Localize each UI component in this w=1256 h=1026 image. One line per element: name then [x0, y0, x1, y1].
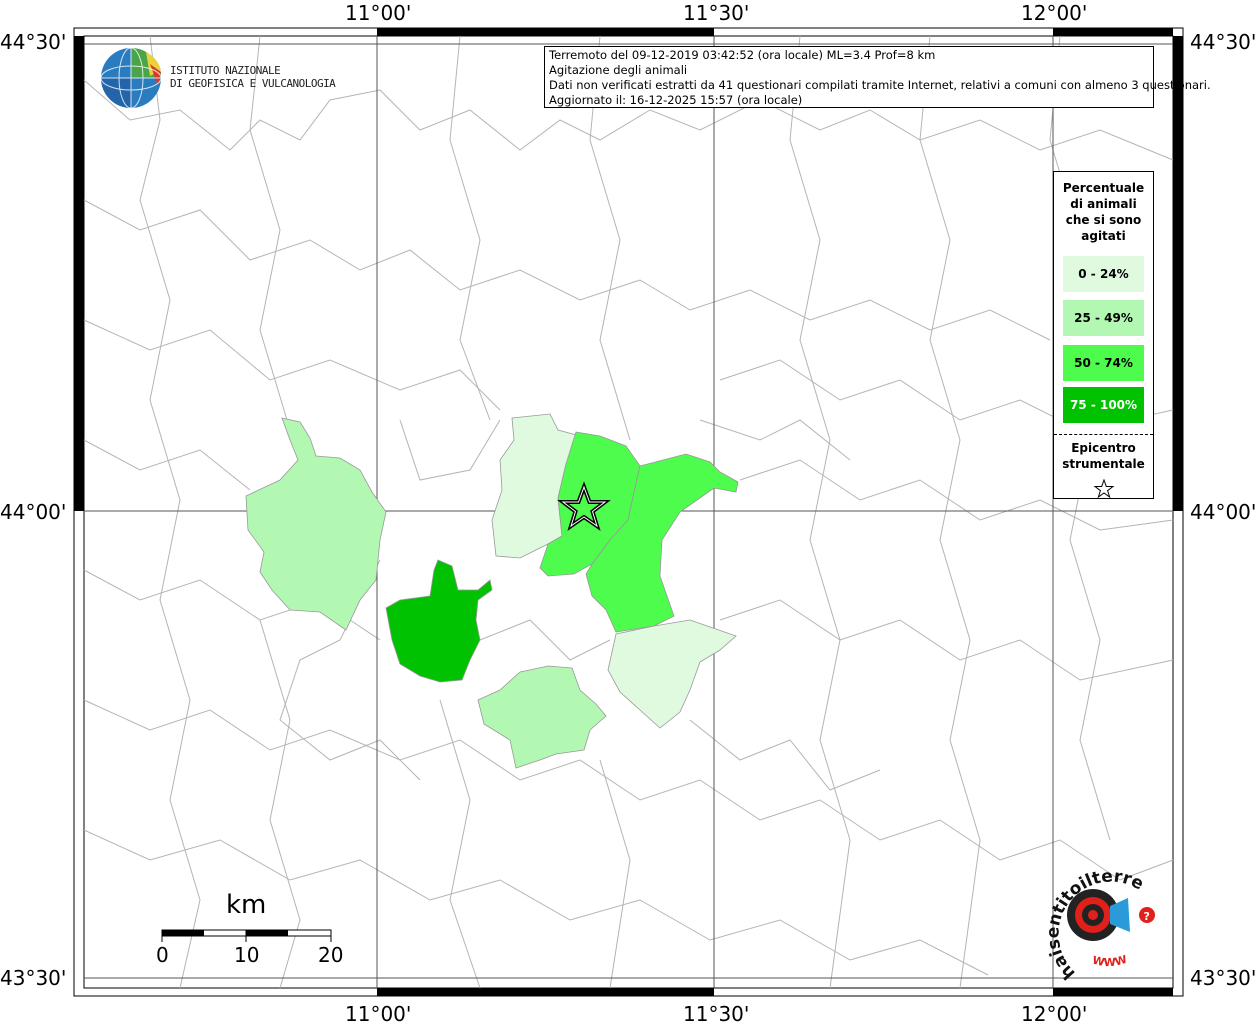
top-label-1200: 12°00'	[1021, 1, 1088, 25]
scale-tick-20: 20	[318, 943, 344, 967]
bottom-label-1100: 11°00'	[345, 1002, 412, 1026]
right-label-4430: 44°30'	[1190, 30, 1256, 54]
legend-class-3: 75 - 100%	[1063, 387, 1144, 423]
municipality-south	[477, 665, 607, 769]
scale-bar	[161, 929, 332, 942]
haisentito-logo-text: haisentitoilterremoto.it WWW	[1036, 855, 1147, 983]
map-subject: Agitazione degli animali	[549, 63, 688, 77]
legend-class-0: 0 - 24%	[1063, 256, 1144, 292]
legend-title: Percentuale di animali che si sono agita…	[1062, 181, 1145, 243]
svg-text:haisentitoilterremoto.it: haisentitoilterremoto.it	[1036, 855, 1147, 983]
ingv-line-2: DI GEOFISICA E VULCANOLOGIA	[170, 77, 336, 90]
right-label-4400: 44°00'	[1190, 500, 1256, 524]
filled-municipalities	[245, 413, 739, 769]
legend-epicenter-label: Epicentro strumentale	[1062, 441, 1145, 471]
municipality-south-east	[607, 619, 737, 729]
legend-class-2: 50 - 74%	[1063, 345, 1144, 381]
legend-separator	[1054, 434, 1153, 435]
scale-tick-10: 10	[234, 943, 260, 967]
ingv-line-1: ISTITUTO NAZIONALE	[170, 64, 281, 77]
hst-url: haisentitoilterremoto.it	[1036, 855, 1147, 983]
bottom-label-1130: 11°30'	[683, 1002, 750, 1026]
bottom-label-1200: 12°00'	[1021, 1002, 1088, 1026]
legend-class-1: 25 - 49%	[1063, 300, 1144, 336]
event-title: Terremoto del 09-12-2019 03:42:52 (ora l…	[549, 48, 936, 62]
legend-star-icon	[1093, 478, 1115, 499]
ingv-logo-text: ISTITUTO NAZIONALE DI GEOFISICA E VULCAN…	[170, 64, 336, 90]
scale-unit: km	[226, 890, 267, 920]
svg-text:WWW: WWW	[1091, 953, 1128, 969]
municipality-darkgreen	[385, 559, 493, 683]
legend: Percentuale di animali che si sono agita…	[1053, 171, 1154, 499]
right-label-4330: 43°30'	[1190, 966, 1256, 990]
scale-tick-0: 0	[156, 943, 169, 967]
ingv-logo-icon	[100, 47, 162, 109]
top-label-1130: 11°30'	[683, 1, 750, 25]
left-label-4400: 44°00'	[0, 500, 67, 524]
hst-www: WWW	[1091, 953, 1128, 969]
updated-timestamp: Aggiornato il: 16-12-2025 15:57 (ora loc…	[549, 93, 803, 107]
event-info-box: Terremoto del 09-12-2019 03:42:52 (ora l…	[544, 46, 1211, 108]
data-note: Dati non verificati estratti da 41 quest…	[549, 78, 1211, 92]
municipality-west	[245, 417, 387, 631]
left-label-4430: 44°30'	[0, 30, 67, 54]
left-label-4330: 43°30'	[0, 966, 67, 990]
top-label-1100: 11°00'	[345, 1, 412, 25]
